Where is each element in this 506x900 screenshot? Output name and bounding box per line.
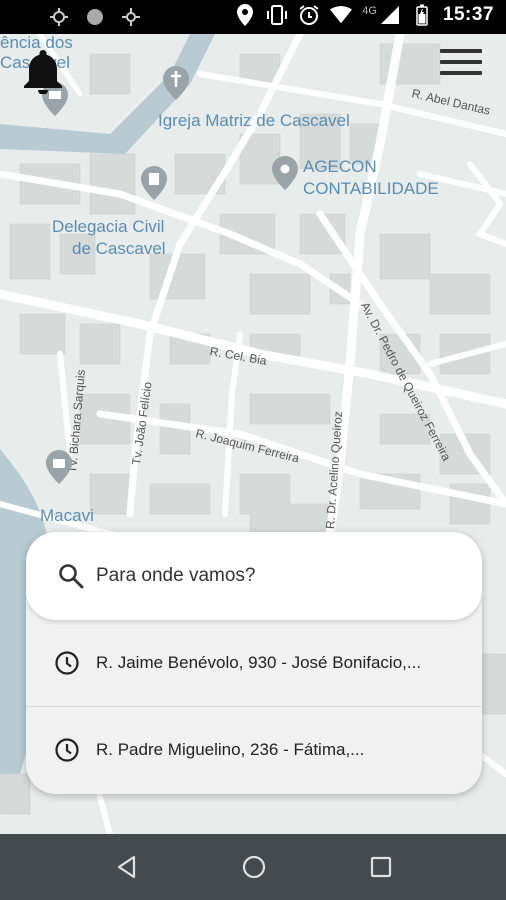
- destination-card: Para onde vamos? R. Jaime Benévolo, 930 …: [26, 532, 482, 794]
- recent-destination-address: R. Padre Miguelino, 236 - Fátima,...: [96, 740, 365, 759]
- search-placeholder: Para onde vamos?: [96, 565, 256, 586]
- status-clock: 15:37: [442, 4, 494, 25]
- menu-bar-2: [440, 60, 482, 64]
- shop-pin-icon[interactable]: [46, 450, 72, 484]
- business-pin-icon[interactable]: [272, 156, 298, 190]
- network-type: 4G: [362, 5, 377, 17]
- status-bar: 4G 15:37: [0, 0, 506, 34]
- location-pin-icon: [234, 4, 256, 26]
- map-label-agecon-2: CONTABILIDADE: [303, 179, 439, 198]
- vibrate-icon: [266, 4, 288, 26]
- battery-icon: [411, 4, 433, 26]
- location-sync-icon: [48, 6, 70, 28]
- recent-destination-2[interactable]: R. Padre Miguelino, 236 - Fátima,...: [26, 707, 482, 793]
- bell-icon[interactable]: [22, 48, 64, 95]
- menu-bar-3: [440, 71, 482, 75]
- map-label-delegacia-1: Delegacia Civil: [52, 217, 165, 236]
- clock-icon: [55, 651, 79, 675]
- clock-icon: [55, 738, 79, 762]
- circle-notification-icon: [84, 6, 106, 28]
- wifi-icon: [330, 4, 353, 26]
- search-icon: [59, 564, 84, 589]
- church-pin-icon[interactable]: [163, 66, 189, 100]
- search-input[interactable]: Para onde vamos?: [26, 532, 482, 620]
- recent-destination-address: R. Jaime Benévolo, 930 - José Bonifacio,…: [96, 653, 422, 672]
- settings-sync-icon: [120, 6, 142, 28]
- hamburger-menu-icon[interactable]: [440, 44, 482, 82]
- recents-icon[interactable]: [366, 852, 396, 882]
- recent-destination-1[interactable]: R. Jaime Benévolo, 930 - José Bonifacio,…: [26, 620, 482, 706]
- alarm-icon: [298, 4, 320, 26]
- map-label-macavi: Macavi: [40, 506, 94, 525]
- menu-bar-1: [440, 49, 482, 53]
- system-navigation-bar: [0, 834, 506, 900]
- map-label-church: Igreja Matriz de Cascavel: [158, 111, 350, 130]
- police-pin-icon[interactable]: [141, 166, 167, 200]
- signal-icon: [379, 4, 401, 26]
- map-label-delegacia-2: de Cascavel: [72, 239, 166, 258]
- home-icon[interactable]: [239, 852, 269, 882]
- back-icon[interactable]: [112, 852, 142, 882]
- map-label-agecon-1: AGECON: [303, 157, 377, 176]
